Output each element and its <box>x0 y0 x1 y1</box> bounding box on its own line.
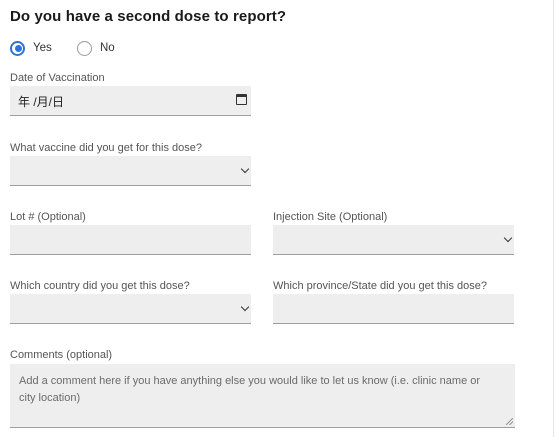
radio-option-yes[interactable]: Yes <box>10 38 52 58</box>
date-label: Date of Vaccination <box>10 72 105 84</box>
vaccine-select[interactable] <box>10 156 251 186</box>
chevron-down-icon <box>240 164 250 174</box>
comments-label: Comments (optional) <box>10 349 113 361</box>
radio-option-no[interactable]: No <box>77 38 115 58</box>
lot-input[interactable] <box>10 225 251 255</box>
province-input[interactable] <box>273 294 514 324</box>
comments-textarea[interactable]: Add a comment here if you have anything … <box>10 364 515 428</box>
radio-no-button[interactable] <box>77 40 92 56</box>
comments-placeholder: Add a comment here if you have anything … <box>19 375 481 404</box>
vaccine-label: What vaccine did you get for this dose? <box>10 142 202 154</box>
lot-label: Lot # (Optional) <box>10 211 86 223</box>
injection-site-label: Injection Site (Optional) <box>273 211 388 223</box>
resize-grip-icon[interactable] <box>506 418 513 425</box>
province-label: Which province/State did you get this do… <box>273 280 488 292</box>
date-field[interactable]: 年 /月/日 <box>10 86 251 116</box>
calendar-icon[interactable] <box>236 94 247 105</box>
page-edge-divider <box>553 0 554 437</box>
radio-no-label: No <box>100 42 115 54</box>
dose-question: Do you have a second dose to report? <box>10 8 287 25</box>
country-select[interactable] <box>10 294 251 324</box>
chevron-down-icon <box>240 302 250 312</box>
injection-site-select[interactable] <box>273 225 514 255</box>
country-label: Which country did you get this dose? <box>10 280 190 292</box>
chevron-down-icon <box>503 233 513 243</box>
radio-yes-label: Yes <box>33 42 52 54</box>
radio-yes-button[interactable] <box>10 40 25 56</box>
date-value: 年 /月/日 <box>18 95 65 109</box>
